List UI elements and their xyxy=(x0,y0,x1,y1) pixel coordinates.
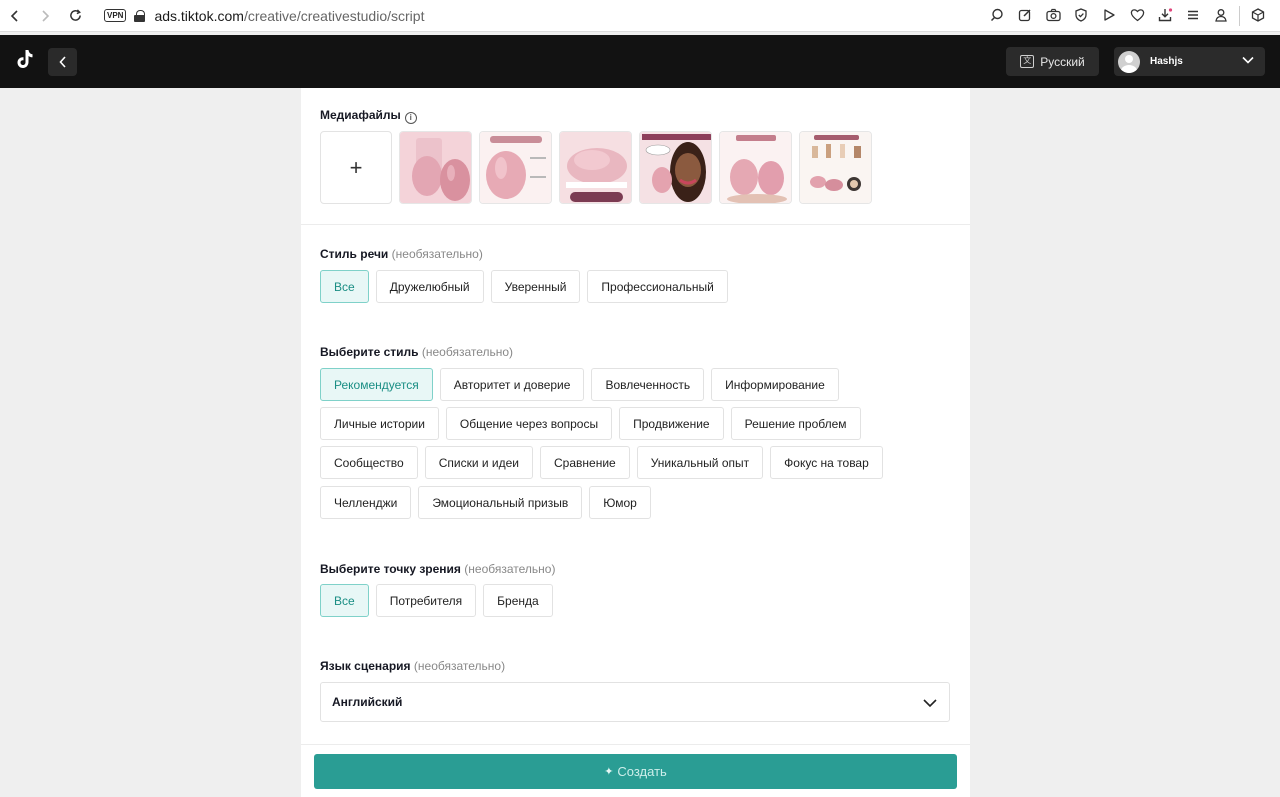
back-button[interactable] xyxy=(48,48,77,76)
optional-hint: (необязательно) xyxy=(421,345,514,359)
media-thumbnail[interactable] xyxy=(559,131,632,204)
play-icon[interactable] xyxy=(1095,8,1123,25)
camera-icon[interactable] xyxy=(1039,8,1067,25)
language-switcher[interactable]: 文 Русский xyxy=(1006,47,1099,76)
speech-style-options: Все Дружелюбный Уверенный Профессиональн… xyxy=(320,270,728,303)
style-option[interactable]: Решение проблем xyxy=(730,407,861,440)
browser-back-button[interactable] xyxy=(0,1,30,31)
section-divider xyxy=(301,224,970,225)
optional-hint: (необязательно) xyxy=(391,247,483,261)
style-option[interactable]: Челленджи xyxy=(320,486,412,519)
script-settings-panel: Медиафайлы i + Стиль речи (необязательно… xyxy=(301,88,970,797)
style-option[interactable]: Юмор xyxy=(589,486,651,519)
style-option[interactable]: Личные истории xyxy=(320,407,439,440)
style-options-row-2: Личные истории Общение через вопросы Про… xyxy=(320,407,861,440)
style-option[interactable]: Списки и идеи xyxy=(424,446,533,479)
script-language-value: Английский xyxy=(332,695,403,709)
reload-icon xyxy=(69,9,81,21)
style-option[interactable]: Сообщество xyxy=(320,446,418,479)
style-option[interactable]: Рекомендуется xyxy=(320,368,433,401)
speech-style-title: Стиль речи xyxy=(320,247,389,261)
media-list: + xyxy=(320,131,872,204)
style-option[interactable]: Общение через вопросы xyxy=(445,407,613,440)
browser-forward-button[interactable] xyxy=(30,1,60,31)
search-icon[interactable] xyxy=(983,8,1011,25)
style-title: Выберите стиль xyxy=(320,345,419,359)
style-option[interactable]: Авторитет и доверие xyxy=(439,368,585,401)
chevron-left-icon xyxy=(58,56,66,68)
create-button-label: Создать xyxy=(617,764,667,779)
user-menu[interactable]: Hashjs xyxy=(1114,47,1265,76)
speech-style-option-confident[interactable]: Уверенный xyxy=(490,270,581,303)
viewpoint-option-brand[interactable]: Бренда xyxy=(483,584,553,617)
media-section-label: Медиафайлы i xyxy=(320,108,417,124)
menu-icon[interactable] xyxy=(1179,8,1207,25)
media-thumbnail[interactable] xyxy=(639,131,712,204)
media-thumbnail[interactable] xyxy=(719,131,792,204)
browser-reload-button[interactable] xyxy=(60,1,90,31)
media-thumbnail[interactable] xyxy=(799,131,872,204)
speech-style-option-friendly[interactable]: Дружелюбный xyxy=(375,270,484,303)
toolbar-divider xyxy=(1239,6,1240,26)
create-button[interactable]: ✦ Создать xyxy=(314,754,957,789)
browser-toolbar: VPN ads.tiktok.com/creative/creativestud… xyxy=(0,0,1280,32)
lock-icon[interactable] xyxy=(134,9,146,22)
style-options-row-1: Рекомендуется Авторитет и доверие Вовлеч… xyxy=(320,368,839,401)
url-path: /creative/creativestudio/script xyxy=(243,7,425,24)
app-header: 文 Русский Hashjs xyxy=(0,35,1280,88)
media-thumbnail[interactable] xyxy=(399,131,472,204)
extensions-cube-icon[interactable] xyxy=(1244,7,1272,25)
script-language-label: Язык сценария (необязательно) xyxy=(320,659,505,673)
chevron-right-icon xyxy=(42,9,50,22)
script-language-title: Язык сценария xyxy=(320,659,411,673)
style-option[interactable]: Фокус на товар xyxy=(770,446,883,479)
translate-icon: 文 xyxy=(1020,55,1035,68)
speech-style-option-all[interactable]: Все xyxy=(320,270,369,303)
style-option[interactable]: Уникальный опыт xyxy=(636,446,764,479)
optional-hint: (необязательно) xyxy=(413,659,506,673)
address-bar[interactable]: ads.tiktok.com/creative/creativestudio/s… xyxy=(154,8,424,24)
style-label: Выберите стиль (необязательно) xyxy=(320,345,513,359)
user-name: Hashjs xyxy=(1150,56,1183,67)
shield-icon[interactable] xyxy=(1067,7,1095,25)
viewpoint-option-all[interactable]: Все xyxy=(320,584,369,617)
optional-hint: (необязательно) xyxy=(464,562,556,576)
viewpoint-label: Выберите точку зрения (необязательно) xyxy=(320,562,555,576)
style-options-row-4: Челленджи Эмоциональный призыв Юмор xyxy=(320,486,651,519)
vpn-badge[interactable]: VPN xyxy=(104,9,127,22)
heart-icon[interactable] xyxy=(1123,8,1151,25)
chevron-down-icon xyxy=(923,699,937,708)
style-option[interactable]: Сравнение xyxy=(540,446,630,479)
style-option[interactable]: Вовлеченность xyxy=(591,368,705,401)
viewpoint-option-consumer[interactable]: Потребителя xyxy=(375,584,477,617)
footer-divider xyxy=(301,744,970,745)
script-language-select[interactable]: Английский xyxy=(320,682,950,722)
media-label: Медиафайлы xyxy=(320,108,401,122)
style-option[interactable]: Продвижение xyxy=(619,407,724,440)
info-icon[interactable]: i xyxy=(404,112,417,124)
viewpoint-title: Выберите точку зрения xyxy=(320,562,461,576)
language-label: Русский xyxy=(1040,54,1085,69)
magic-wand-icon: ✦ xyxy=(604,766,614,778)
viewpoint-options: Все Потребителя Бренда xyxy=(320,584,553,617)
style-option[interactable]: Эмоциональный призыв xyxy=(418,486,583,519)
style-option[interactable]: Информирование xyxy=(711,368,839,401)
browser-tools xyxy=(983,0,1272,32)
chevron-left-icon xyxy=(10,9,18,22)
profile-icon[interactable] xyxy=(1207,8,1235,25)
tiktok-logo-icon[interactable] xyxy=(16,49,36,71)
speech-style-option-professional[interactable]: Профессиональный xyxy=(587,270,728,303)
style-options-row-3: Сообщество Списки и идеи Сравнение Уника… xyxy=(320,446,883,479)
plus-icon: + xyxy=(349,154,363,180)
avatar xyxy=(1118,50,1140,73)
speech-style-label: Стиль речи (необязательно) xyxy=(320,247,483,261)
url-host: ads.tiktok.com xyxy=(154,7,244,24)
edit-icon[interactable] xyxy=(1011,8,1039,25)
chevron-down-icon xyxy=(1242,56,1254,64)
media-thumbnail[interactable] xyxy=(479,131,552,204)
download-icon[interactable] xyxy=(1151,7,1179,25)
add-media-button[interactable]: + xyxy=(320,131,392,204)
